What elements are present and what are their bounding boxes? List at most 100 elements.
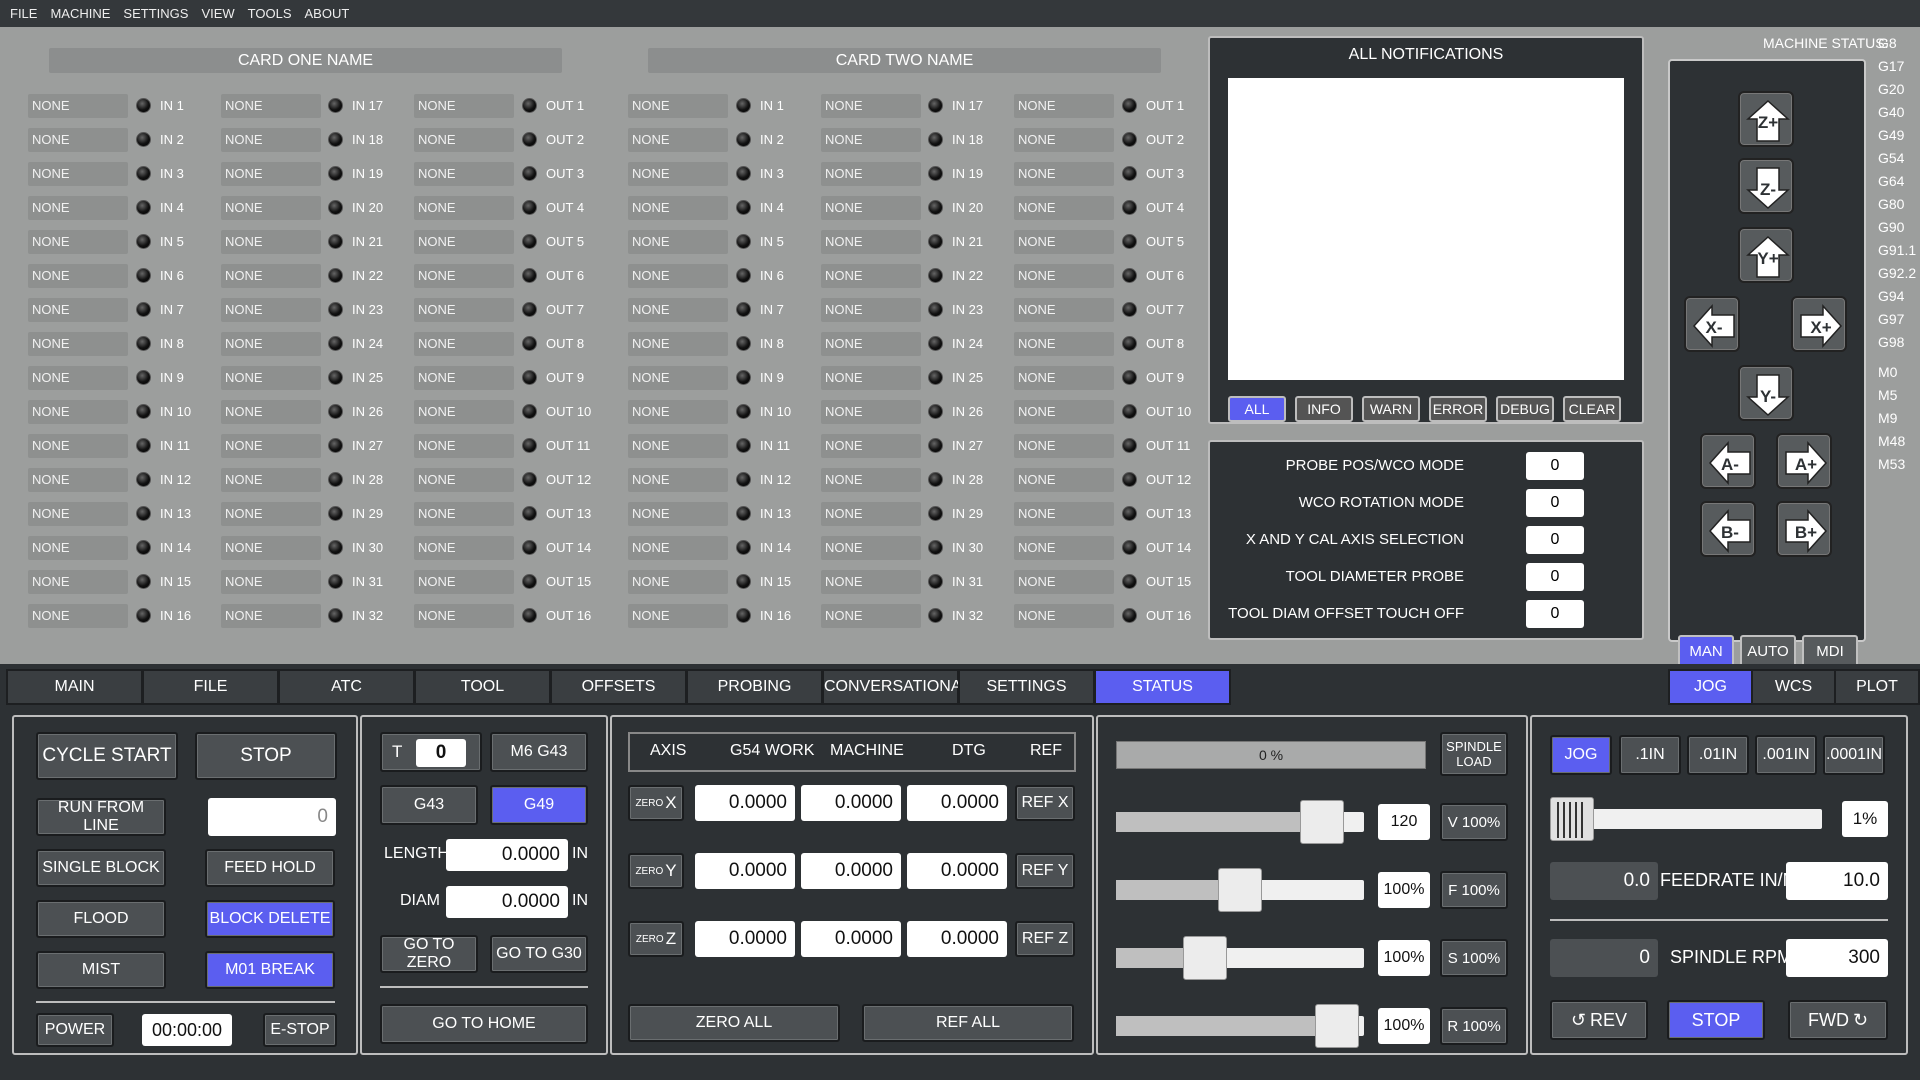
single-block-button[interactable]: SINGLE BLOCK <box>36 849 166 887</box>
card-one-io-name-field[interactable]: NONE <box>28 264 128 288</box>
jog-increment-point-1in-button[interactable]: .1IN <box>1619 735 1681 775</box>
card-one-io-name-field[interactable]: NONE <box>414 128 514 152</box>
tab-atc[interactable]: ATC <box>278 669 415 705</box>
card-two-io-name-field[interactable]: NONE <box>1014 400 1114 424</box>
card-one-io-name-field[interactable]: NONE <box>221 196 321 220</box>
jog-increment-point-001in-button[interactable]: .001IN <box>1755 735 1817 775</box>
card-two-io-name-field[interactable]: NONE <box>821 570 921 594</box>
tab-file[interactable]: FILE <box>142 669 279 705</box>
card-two-io-name-field[interactable]: NONE <box>628 230 728 254</box>
card-two-io-name-field[interactable]: NONE <box>821 264 921 288</box>
jog-y-minus-button[interactable]: Y- <box>1738 365 1794 421</box>
jog-x-minus-button[interactable]: X- <box>1684 296 1740 352</box>
menu-about[interactable]: ABOUT <box>305 6 350 21</box>
card-one-io-name-field[interactable]: NONE <box>221 264 321 288</box>
card-one-io-name-field[interactable]: NONE <box>28 298 128 322</box>
spindle-override-slider[interactable] <box>1116 936 1364 980</box>
card-one-io-name-field[interactable]: NONE <box>28 400 128 424</box>
run-from-line-button[interactable]: RUN FROM LINE <box>36 798 166 836</box>
card-one-io-name-field[interactable]: NONE <box>414 604 514 628</box>
z-work-field[interactable]: 0.0000 <box>695 921 795 957</box>
go-to-zero-button[interactable]: GO TO ZERO <box>380 935 478 973</box>
ref-x-button[interactable]: REF X <box>1015 785 1075 821</box>
card-two-io-name-field[interactable]: NONE <box>821 230 921 254</box>
card-two-io-name-field[interactable]: NONE <box>1014 604 1114 628</box>
jog-a-minusplus-button[interactable]: A+ <box>1776 433 1832 489</box>
card-one-io-name-field[interactable]: NONE <box>221 468 321 492</box>
card-one-io-name-field[interactable]: NONE <box>414 162 514 186</box>
feedrate-field[interactable]: 10.0 <box>1786 862 1888 900</box>
card-two-io-name-field[interactable]: NONE <box>821 196 921 220</box>
card-one-io-name-field[interactable]: NONE <box>28 536 128 560</box>
notif-warn-button[interactable]: WARN <box>1362 396 1420 422</box>
card-two-io-name-field[interactable]: NONE <box>821 604 921 628</box>
tab-jog[interactable]: JOG <box>1668 669 1753 705</box>
tab-offsets[interactable]: OFFSETS <box>550 669 687 705</box>
card-two-io-name-field[interactable]: NONE <box>628 196 728 220</box>
card-two-io-name-field[interactable]: NONE <box>628 162 728 186</box>
notif-debug-button[interactable]: DEBUG <box>1496 396 1554 422</box>
card-two-io-name-field[interactable]: NONE <box>821 536 921 560</box>
jog-z-minusplus-button[interactable]: Z+ <box>1738 91 1794 147</box>
z-dtg-field[interactable]: 0.0000 <box>907 921 1007 957</box>
card-one-io-name-field[interactable]: NONE <box>221 128 321 152</box>
card-two-io-name-field[interactable]: NONE <box>628 502 728 526</box>
m6-g43-button[interactable]: M6 G43 <box>490 732 588 772</box>
zero-all-button[interactable]: ZERO ALL <box>628 1004 840 1042</box>
wco-rotation-field[interactable]: 0 <box>1526 489 1584 517</box>
card-one-io-name-field[interactable]: NONE <box>414 366 514 390</box>
menu-tools[interactable]: TOOLS <box>248 6 292 21</box>
card-one-io-name-field[interactable]: NONE <box>28 128 128 152</box>
tab-settings[interactable]: SETTINGS <box>958 669 1095 705</box>
tool-diameter-probe-field[interactable]: 0 <box>1526 563 1584 591</box>
y-work-field[interactable]: 0.0000 <box>695 853 795 889</box>
card-two-io-name-field[interactable]: NONE <box>1014 230 1114 254</box>
notif-clear-button[interactable]: CLEAR <box>1563 396 1621 422</box>
card-two-io-name-field[interactable]: NONE <box>821 128 921 152</box>
tab-probing[interactable]: PROBING <box>686 669 823 705</box>
card-one-io-name-field[interactable]: NONE <box>28 366 128 390</box>
rate-override-reset-button[interactable]: R 100% <box>1440 1007 1508 1045</box>
card-one-io-name-field[interactable]: NONE <box>414 196 514 220</box>
card-one-io-name-field[interactable]: NONE <box>414 536 514 560</box>
m01-break-button[interactable]: M01 BREAK <box>205 951 335 989</box>
zero-x-button[interactable]: ZERO X <box>628 785 684 821</box>
card-two-io-name-field[interactable]: NONE <box>821 162 921 186</box>
card-one-io-name-field[interactable]: NONE <box>414 94 514 118</box>
card-two-io-name-field[interactable]: NONE <box>1014 570 1114 594</box>
card-one-io-name-field[interactable]: NONE <box>28 570 128 594</box>
jog-rate-slider[interactable] <box>1550 797 1822 841</box>
rapid-override-slider[interactable] <box>1116 800 1364 844</box>
card-two-io-name-field[interactable]: NONE <box>628 604 728 628</box>
card-one-io-name-field[interactable]: NONE <box>414 230 514 254</box>
rapid-override-reset-button[interactable]: V 100% <box>1440 803 1508 841</box>
card-two-io-name-field[interactable]: NONE <box>821 366 921 390</box>
card-one-io-name-field[interactable]: NONE <box>221 94 321 118</box>
card-one-io-name-field[interactable]: NONE <box>221 570 321 594</box>
g43-button[interactable]: G43 <box>380 785 478 825</box>
card-one-io-name-field[interactable]: NONE <box>414 264 514 288</box>
card-one-io-name-field[interactable]: NONE <box>221 332 321 356</box>
y-dtg-field[interactable]: 0.0000 <box>907 853 1007 889</box>
go-to-g30-button[interactable]: GO TO G30 <box>490 935 588 973</box>
card-two-io-name-field[interactable]: NONE <box>628 366 728 390</box>
estop-button[interactable]: E-STOP <box>263 1013 337 1047</box>
card-two-io-name-field[interactable]: NONE <box>628 332 728 356</box>
card-two-io-name-field[interactable]: NONE <box>821 400 921 424</box>
slider-handle[interactable] <box>1183 936 1227 980</box>
ref-z-button[interactable]: REF Z <box>1015 921 1075 957</box>
card-one-io-name-field[interactable]: NONE <box>221 400 321 424</box>
jog-increment-point-0001in-button[interactable]: .0001IN <box>1823 735 1885 775</box>
ref-y-button[interactable]: REF Y <box>1015 853 1075 889</box>
card-one-io-name-field[interactable]: NONE <box>414 332 514 356</box>
card-two-io-name-field[interactable]: NONE <box>1014 366 1114 390</box>
g49-button[interactable]: G49 <box>490 785 588 825</box>
card-one-io-name-field[interactable]: NONE <box>28 162 128 186</box>
card-two-io-name-field[interactable]: NONE <box>628 94 728 118</box>
card-one-io-name-field[interactable]: NONE <box>221 366 321 390</box>
card-one-io-name-field[interactable]: NONE <box>414 400 514 424</box>
feed-override-slider[interactable] <box>1116 868 1364 912</box>
card-two-io-name-field[interactable]: NONE <box>1014 128 1114 152</box>
card-one-io-name-field[interactable]: NONE <box>28 196 128 220</box>
card-one-io-name-field[interactable]: NONE <box>414 298 514 322</box>
